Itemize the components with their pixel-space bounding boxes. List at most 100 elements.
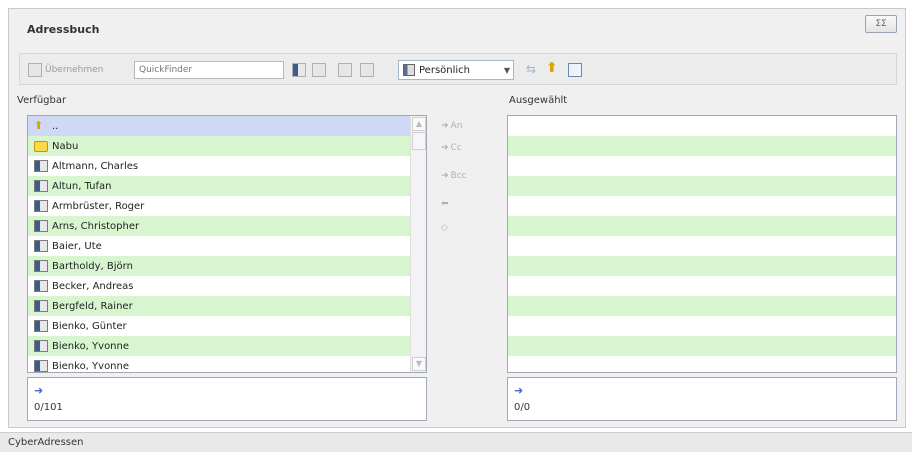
eraser-icon: ◇ <box>441 223 448 233</box>
selected-count: 0/0 <box>514 402 531 413</box>
add-cc-button[interactable]: ➜ Cc <box>441 143 462 153</box>
folder-icon <box>34 140 48 152</box>
uebernehmen-button[interactable]: Übernehmen <box>28 61 103 79</box>
quickfinder-input[interactable] <box>134 61 284 79</box>
arrow-right-icon: ➜ <box>34 384 44 397</box>
selected-info-panel: ➜ 0/0 <box>507 377 897 421</box>
addressbook-select[interactable]: Persönlich ▼ <box>398 60 514 80</box>
add-cc-label: Cc <box>450 143 462 153</box>
list-item-label: Armbrüster, Roger <box>52 200 145 212</box>
window-icon[interactable] <box>568 63 582 77</box>
list-item-label: Arns, Christopher <box>52 220 140 232</box>
list-item-label: Baier, Ute <box>52 240 102 252</box>
list-item[interactable]: Bergfeld, Rainer <box>28 296 426 316</box>
list-item[interactable]: Arns, Christopher <box>28 216 426 236</box>
list-item[interactable]: Altun, Tufan <box>28 176 426 196</box>
contact-card-icon <box>34 340 48 352</box>
list-item-label: Altun, Tufan <box>52 180 112 192</box>
add-to-label: An <box>450 121 463 131</box>
addressbook-icon <box>403 64 415 76</box>
status-text: CyberAdressen <box>8 437 84 448</box>
list-item-label: Altmann, Charles <box>52 160 139 172</box>
add-bcc-button[interactable]: ➜ Bcc <box>441 171 467 181</box>
status-bar: CyberAdressen <box>0 432 912 452</box>
scroll-thumb[interactable] <box>412 132 426 150</box>
arrow-right-icon: ➜ <box>441 121 449 131</box>
address-book-window: Adressbuch ΣΣ Übernehmen Persönlich ▼ ⇆ … <box>0 0 912 452</box>
available-list[interactable]: ⬆.. Nabu Altmann, Charles Altun, Tufan Armbr… <box>27 115 427 373</box>
contact-card-icon <box>28 63 42 77</box>
new-contact-icon[interactable] <box>292 63 306 77</box>
list-item-label: Bienko, Günter <box>52 320 127 332</box>
list-item-label: Bienko, Yvonne <box>52 340 130 352</box>
available-label: Verfügbar <box>17 95 67 106</box>
arrow-left-icon: ⬅ <box>441 199 449 209</box>
contact-card-icon <box>34 200 48 212</box>
contact-card-icon <box>34 360 48 372</box>
empty-row <box>508 256 896 276</box>
arrow-right-icon: ➜ <box>441 143 449 153</box>
list-item[interactable]: Bartholdy, Björn <box>28 256 426 276</box>
remove-button[interactable]: ⬅ <box>441 199 449 209</box>
list-item-label: Bartholdy, Björn <box>52 260 133 272</box>
up-folder-icon[interactable]: ⬆ <box>546 60 558 76</box>
scroll-down-icon[interactable]: ▼ <box>412 357 426 371</box>
arrow-right-icon: ➜ <box>514 384 524 397</box>
link-icon[interactable]: ⇆ <box>526 62 536 76</box>
contact-card-icon <box>34 240 48 252</box>
dialog-frame: Adressbuch ΣΣ Übernehmen Persönlich ▼ ⇆ … <box>8 8 906 428</box>
empty-row <box>508 356 896 372</box>
list-item[interactable]: Bienko, Yvonne <box>28 356 426 372</box>
list-item-label: Becker, Andreas <box>52 280 134 292</box>
list-item[interactable]: ⬆.. <box>28 116 426 136</box>
arrow-right-icon: ➜ <box>441 171 449 181</box>
add-to-button[interactable]: ➜ An <box>441 121 462 131</box>
selected-list[interactable] <box>507 115 897 373</box>
list-item[interactable]: Altmann, Charles <box>28 156 426 176</box>
list-item-label: .. <box>52 120 59 132</box>
list-item[interactable]: Armbrüster, Roger <box>28 196 426 216</box>
list-item[interactable]: Nabu <box>28 136 426 156</box>
close-button[interactable]: ΣΣ <box>865 15 897 33</box>
contact-card-icon <box>34 260 48 272</box>
up-arrow-icon: ⬆ <box>34 119 44 132</box>
chevron-down-icon: ▼ <box>503 66 510 75</box>
empty-row <box>508 296 896 316</box>
contact-card-icon <box>34 300 48 312</box>
empty-row <box>508 216 896 236</box>
clear-button[interactable]: ◇ <box>441 223 448 233</box>
edit-contact-icon[interactable] <box>312 63 326 77</box>
list-item[interactable]: Bienko, Günter <box>28 316 426 336</box>
contact-card-icon <box>34 160 48 172</box>
list-item-label: Nabu <box>52 140 79 152</box>
list-item-label: Bienko, Yvonne <box>52 360 130 372</box>
available-info-panel: ➜ 0/101 <box>27 377 427 421</box>
list-item[interactable]: Baier, Ute <box>28 236 426 256</box>
window-title: Adressbuch <box>27 23 100 36</box>
empty-row <box>508 316 896 336</box>
contact-card-icon <box>34 180 48 192</box>
properties-icon[interactable] <box>360 63 374 77</box>
empty-row <box>508 336 896 356</box>
empty-row <box>508 236 896 256</box>
available-count: 0/101 <box>34 402 63 413</box>
empty-row <box>508 196 896 216</box>
empty-row <box>508 176 896 196</box>
contact-card-icon <box>34 320 48 332</box>
add-bcc-label: Bcc <box>450 171 467 181</box>
empty-row <box>508 276 896 296</box>
contact-card-icon <box>34 220 48 232</box>
delete-icon[interactable] <box>338 63 352 77</box>
list-item[interactable]: Bienko, Yvonne <box>28 336 426 356</box>
selected-label: Ausgewählt <box>509 95 568 106</box>
uebernehmen-label: Übernehmen <box>45 65 104 75</box>
toolbar: Übernehmen Persönlich ▼ ⇆ ⬆ <box>19 53 897 85</box>
empty-row <box>508 116 896 136</box>
addressbook-select-value: Persönlich <box>419 64 470 76</box>
empty-row <box>508 136 896 156</box>
available-scrollbar[interactable]: ▲ ▼ <box>410 116 426 372</box>
list-item-label: Bergfeld, Rainer <box>52 300 133 312</box>
list-item[interactable]: Becker, Andreas <box>28 276 426 296</box>
empty-row <box>508 156 896 176</box>
scroll-up-icon[interactable]: ▲ <box>412 117 426 131</box>
